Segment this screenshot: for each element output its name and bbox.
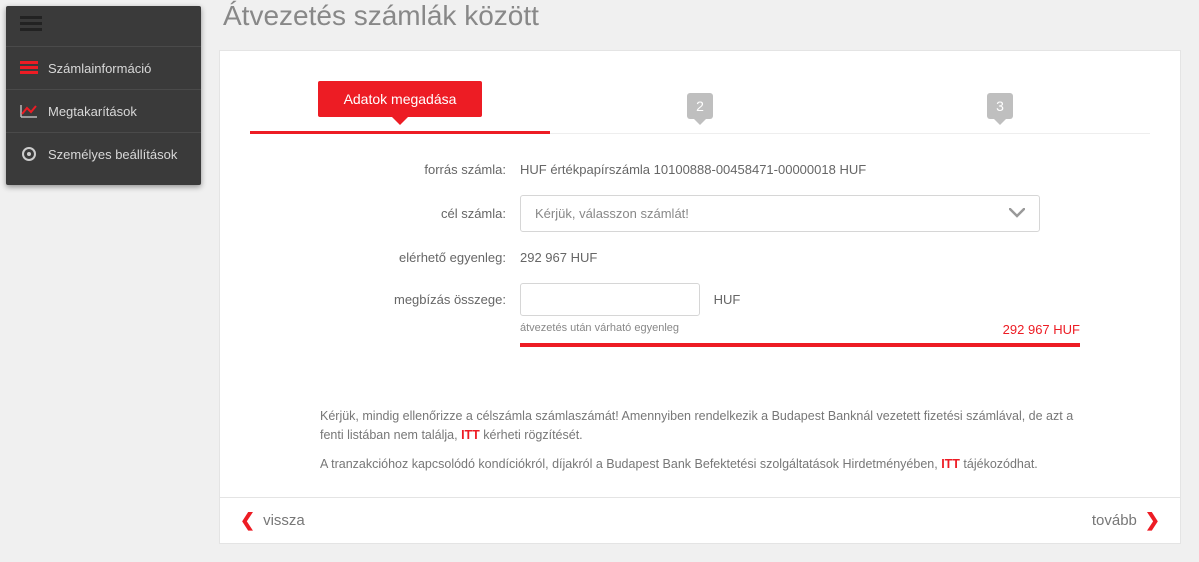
transfer-form: forrás számla: HUF értékpapírszámla 1010… (320, 162, 1080, 473)
sidebar-item-label: Számlainformáció (48, 61, 151, 76)
note-1-text-b: kérheti rögzítését. (480, 428, 583, 442)
target-account-label: cél számla: (320, 206, 520, 221)
note-2-text-b: tájékozódhat. (960, 457, 1038, 471)
sidebar-item-personal-settings[interactable]: Személyes beállítások (6, 132, 201, 175)
sidebar-item-label: Megtakarítások (48, 104, 137, 119)
chevron-down-icon (1009, 206, 1025, 221)
chart-line-icon (20, 102, 38, 120)
back-label: vissza (263, 512, 305, 529)
balance-after-label: átvezetés után várható egyenleg (520, 322, 1003, 337)
chevron-left-icon: ❮ (240, 510, 255, 531)
sidebar-item-savings[interactable]: Megtakarítások (6, 89, 201, 132)
info-notes: Kérjük, mindig ellenőrizze a célszámla s… (320, 407, 1080, 473)
next-button[interactable]: tovább ❯ (1092, 510, 1160, 531)
form-card: Adatok megadása 2 3 forrás számla: HUF é… (219, 50, 1181, 498)
step-indicator: Adatok megadása 2 3 (250, 81, 1150, 134)
page-title: Átvezetés számlák között (223, 0, 1181, 32)
source-account-value: HUF értékpapírszámla 10100888-00458471-0… (520, 162, 1080, 177)
note-2-link[interactable]: ITT (941, 457, 960, 471)
main-content: Átvezetés számlák között Adatok megadása… (201, 0, 1199, 556)
chevron-right-icon: ❯ (1145, 510, 1160, 531)
sidebar-item-account-info[interactable]: Számlainformáció (6, 46, 201, 89)
amount-currency: HUF (714, 292, 741, 307)
next-label: tovább (1092, 512, 1137, 529)
hamburger-icon[interactable] (6, 16, 201, 46)
amount-input[interactable] (520, 283, 700, 316)
step-1-label: Adatok megadása (318, 81, 483, 117)
balance-after-value: 292 967 HUF (1003, 322, 1080, 337)
note-1-text-a: Kérjük, mindig ellenőrizze a célszámla s… (320, 409, 1073, 442)
step-2: 2 (550, 93, 850, 133)
back-button[interactable]: ❮ vissza (240, 510, 305, 531)
source-account-label: forrás számla: (320, 162, 520, 177)
sidebar: Számlainformáció Megtakarítások Személye… (6, 6, 201, 185)
step-2-number: 2 (687, 93, 713, 119)
gear-icon (20, 145, 38, 163)
note-2-text-a: A tranzakcióhoz kapcsolódó kondíciókról,… (320, 457, 941, 471)
step-3: 3 (850, 93, 1150, 133)
note-1-link[interactable]: ITT (461, 428, 480, 442)
available-balance-value: 292 967 HUF (520, 250, 1080, 265)
target-account-select[interactable]: Kérjük, válasszon számlát! (520, 195, 1040, 232)
list-icon (20, 59, 38, 77)
step-1: Adatok megadása (250, 81, 550, 134)
footer-nav: ❮ vissza tovább ❯ (219, 498, 1181, 544)
available-balance-label: elérhető egyenleg: (320, 250, 520, 265)
balance-after-row: átvezetés után várható egyenleg 292 967 … (520, 320, 1080, 347)
sidebar-item-label: Személyes beállítások (48, 147, 177, 162)
step-3-number: 3 (987, 93, 1013, 119)
amount-label: megbízás összege: (320, 292, 520, 307)
target-account-placeholder: Kérjük, válasszon számlát! (535, 206, 689, 221)
